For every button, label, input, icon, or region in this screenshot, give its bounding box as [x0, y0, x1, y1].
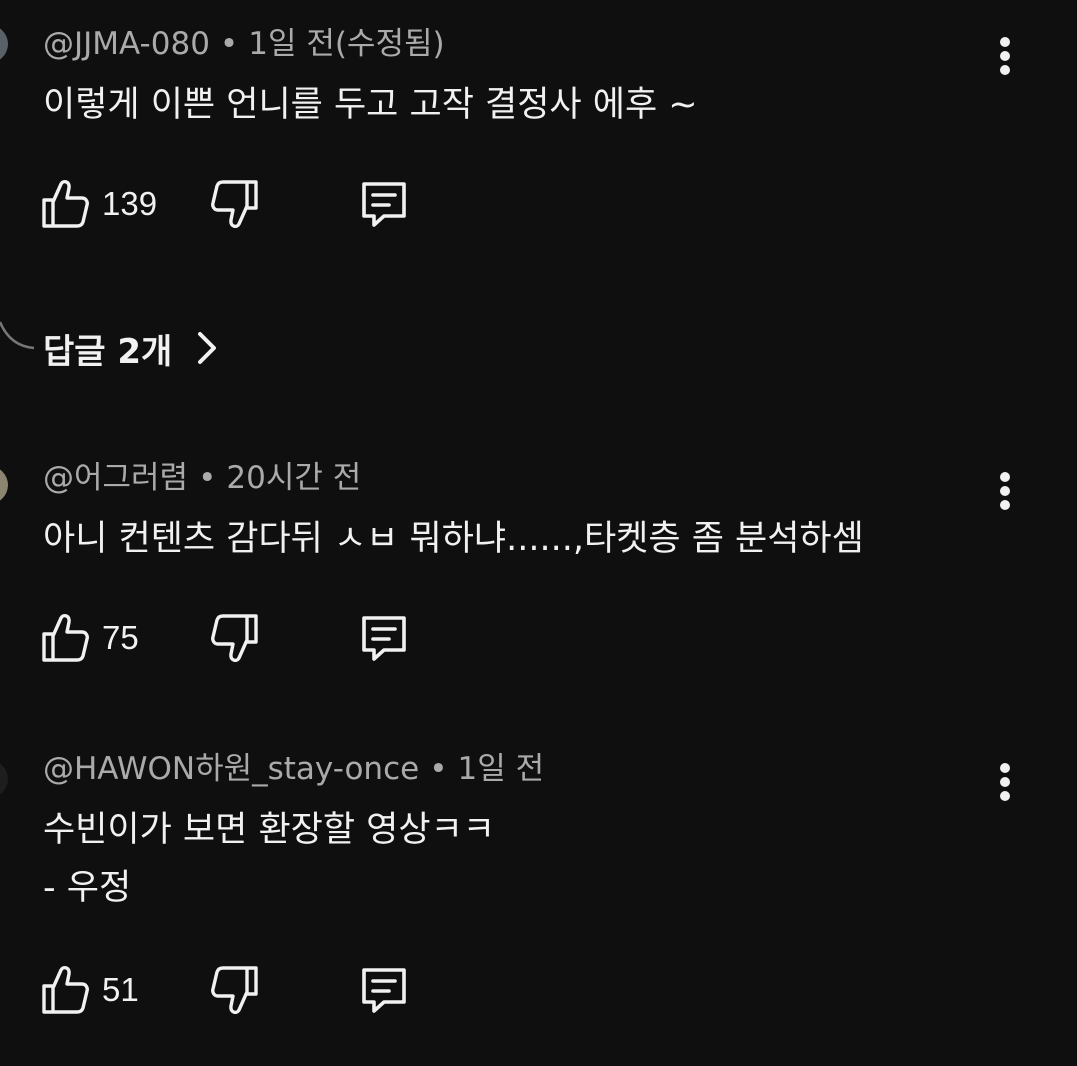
dislike-button[interactable]: [210, 962, 260, 1018]
comment-text: 아니 컨텐츠 감다뒤 ㅅㅂ 뭐하냐......,타켓층 좀 분석하셈: [43, 510, 864, 568]
replies-label: 답글 2개: [43, 331, 173, 372]
meta-separator: •: [429, 751, 448, 787]
comment-text-line: - 우정: [43, 868, 132, 908]
comment-time: 1일 전(수정됨): [248, 26, 445, 62]
like-button[interactable]: 139: [40, 176, 157, 232]
like-count: 75: [102, 619, 139, 656]
thumbs-down-icon: [211, 180, 258, 229]
comment-reply-icon: [362, 182, 406, 227]
comment-text-line: 이렇게 이쁜 언니를 두고 고작 결정사 에후 ~: [43, 85, 698, 125]
comment-text-line: 수빈이가 보면 환장할 영상ㅋㅋ: [43, 810, 495, 850]
comment-reply-icon: [362, 968, 406, 1013]
thumbs-up-icon: [42, 965, 89, 1014]
like-button[interactable]: 51: [40, 962, 139, 1018]
reply-button[interactable]: [358, 962, 410, 1018]
like-button[interactable]: 75: [40, 610, 139, 666]
meta-separator: •: [198, 460, 217, 496]
like-count: 139: [102, 185, 158, 222]
more-vertical-icon: [1000, 37, 1010, 75]
avatar[interactable]: [0, 466, 8, 504]
more-vertical-icon: [1000, 763, 1010, 801]
comment-author[interactable]: @HAWON하원_stay-once: [43, 751, 419, 787]
comment-text: 이렇게 이쁜 언니를 두고 고작 결정사 에후 ~: [43, 76, 698, 134]
dislike-button[interactable]: [210, 610, 260, 666]
thumbs-down-icon: [211, 614, 258, 663]
comment-time: 20시간 전: [226, 460, 362, 496]
reply-button[interactable]: [358, 176, 410, 232]
reply-button[interactable]: [358, 610, 410, 666]
avatar[interactable]: [0, 760, 8, 798]
comment-more-button[interactable]: [984, 29, 1026, 83]
more-vertical-icon: [1000, 472, 1010, 510]
comment-text: 수빈이가 보면 환장할 영상ㅋㅋ - 우정: [43, 801, 495, 917]
comment-more-button[interactable]: [984, 755, 1026, 809]
comment-meta: @JJMA-080 • 1일 전(수정됨): [43, 25, 445, 63]
thumbs-up-icon: [42, 179, 89, 228]
comment-author[interactable]: @JJMA-080: [43, 26, 210, 62]
view-replies-button[interactable]: 답글 2개: [43, 322, 228, 374]
thumbs-down-icon: [211, 966, 258, 1015]
comment-time: 1일 전: [457, 751, 545, 787]
comment-reply-icon: [362, 616, 406, 661]
comment-meta: @어그러렴 • 20시간 전: [43, 459, 361, 497]
like-count: 51: [102, 971, 139, 1008]
comment-author[interactable]: @어그러렴: [43, 460, 188, 496]
avatar[interactable]: [0, 25, 8, 63]
comment-meta: @HAWON하원_stay-once • 1일 전: [43, 750, 544, 788]
meta-separator: •: [219, 26, 239, 62]
comment-text-line: 아니 컨텐츠 감다뒤 ㅅㅂ 뭐하냐......,타켓층 좀 분석하셈: [43, 519, 864, 559]
chevron-right-icon: [198, 332, 217, 364]
dislike-button[interactable]: [210, 176, 260, 232]
comment-more-button[interactable]: [984, 464, 1026, 518]
thread-connector: [0, 321, 35, 350]
thumbs-up-icon: [42, 613, 89, 662]
